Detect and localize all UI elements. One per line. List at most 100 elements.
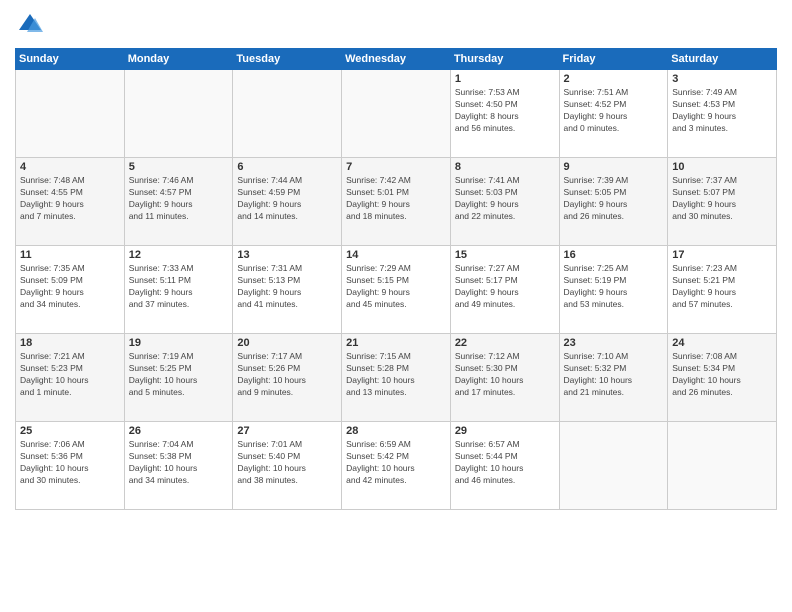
calendar-cell: 5 Sunrise: 7:46 AM Sunset: 4:57 PM Daylig… [124, 158, 233, 246]
day-number: 22 [455, 337, 555, 349]
day-number: 9 [564, 161, 664, 173]
day-info: Sunrise: 7:19 AM Sunset: 5:25 PM Dayligh… [129, 351, 229, 399]
calendar-cell: 18 Sunrise: 7:21 AM Sunset: 5:23 PM Dayli… [16, 334, 125, 422]
day-info: Sunrise: 6:57 AM Sunset: 5:44 PM Dayligh… [455, 439, 555, 487]
day-info: Sunrise: 7:53 AM Sunset: 4:50 PM Dayligh… [455, 87, 555, 135]
day-number: 15 [455, 249, 555, 261]
day-number: 2 [564, 73, 664, 85]
day-number: 24 [672, 337, 772, 349]
calendar-cell: 22 Sunrise: 7:12 AM Sunset: 5:30 PM Dayli… [450, 334, 559, 422]
header [15, 10, 777, 40]
calendar-cell: 15 Sunrise: 7:27 AM Sunset: 5:17 PM Dayli… [450, 246, 559, 334]
day-number: 10 [672, 161, 772, 173]
day-number: 6 [237, 161, 337, 173]
day-info: Sunrise: 7:27 AM Sunset: 5:17 PM Dayligh… [455, 263, 555, 311]
weekday-header-wednesday: Wednesday [342, 49, 451, 70]
day-number: 26 [129, 425, 229, 437]
day-number: 18 [20, 337, 120, 349]
week-row-1: 4 Sunrise: 7:48 AM Sunset: 4:55 PM Daylig… [16, 158, 777, 246]
day-info: Sunrise: 7:31 AM Sunset: 5:13 PM Dayligh… [237, 263, 337, 311]
day-info: Sunrise: 7:04 AM Sunset: 5:38 PM Dayligh… [129, 439, 229, 487]
weekday-header-sunday: Sunday [16, 49, 125, 70]
day-number: 16 [564, 249, 664, 261]
day-number: 20 [237, 337, 337, 349]
calendar-cell: 6 Sunrise: 7:44 AM Sunset: 4:59 PM Daylig… [233, 158, 342, 246]
day-info: Sunrise: 7:44 AM Sunset: 4:59 PM Dayligh… [237, 175, 337, 223]
day-number: 28 [346, 425, 446, 437]
calendar-cell [342, 70, 451, 158]
calendar-cell: 13 Sunrise: 7:31 AM Sunset: 5:13 PM Dayli… [233, 246, 342, 334]
calendar-cell: 20Sunrise: 7:17 AM Sunset: 5:26 PM Dayli… [233, 334, 342, 422]
calendar-cell: 16 Sunrise: 7:25 AM Sunset: 5:19 PM Dayli… [559, 246, 668, 334]
calendar-cell: 1Sunrise: 7:53 AM Sunset: 4:50 PM Daylig… [450, 70, 559, 158]
weekday-header-saturday: Saturday [668, 49, 777, 70]
day-number: 7 [346, 161, 446, 173]
calendar-cell: 26 Sunrise: 7:04 AM Sunset: 5:38 PM Dayli… [124, 422, 233, 510]
day-number: 4 [20, 161, 120, 173]
calendar-table: SundayMondayTuesdayWednesdayThursdayFrid… [15, 48, 777, 510]
calendar-cell [233, 70, 342, 158]
day-info: Sunrise: 7:21 AM Sunset: 5:23 PM Dayligh… [20, 351, 120, 399]
calendar-cell: 23 Sunrise: 7:10 AM Sunset: 5:32 PM Dayli… [559, 334, 668, 422]
day-number: 29 [455, 425, 555, 437]
calendar-cell: 19 Sunrise: 7:19 AM Sunset: 5:25 PM Dayli… [124, 334, 233, 422]
weekday-header-row: SundayMondayTuesdayWednesdayThursdayFrid… [16, 49, 777, 70]
calendar-cell: 21Sunrise: 7:15 AM Sunset: 5:28 PM Dayli… [342, 334, 451, 422]
day-info: Sunrise: 7:46 AM Sunset: 4:57 PM Dayligh… [129, 175, 229, 223]
weekday-header-monday: Monday [124, 49, 233, 70]
weekday-header-friday: Friday [559, 49, 668, 70]
calendar-cell [124, 70, 233, 158]
day-number: 5 [129, 161, 229, 173]
day-number: 17 [672, 249, 772, 261]
day-number: 12 [129, 249, 229, 261]
day-info: Sunrise: 7:01 AM Sunset: 5:40 PM Dayligh… [237, 439, 337, 487]
day-info: Sunrise: 7:33 AM Sunset: 5:11 PM Dayligh… [129, 263, 229, 311]
day-info: Sunrise: 7:49 AM Sunset: 4:53 PM Dayligh… [672, 87, 772, 135]
calendar-cell: 17 Sunrise: 7:23 AM Sunset: 5:21 PM Dayli… [668, 246, 777, 334]
week-row-3: 18 Sunrise: 7:21 AM Sunset: 5:23 PM Dayli… [16, 334, 777, 422]
day-info: Sunrise: 7:15 AM Sunset: 5:28 PM Dayligh… [346, 351, 446, 399]
week-row-2: 11 Sunrise: 7:35 AM Sunset: 5:09 PM Dayli… [16, 246, 777, 334]
calendar-cell: 9 Sunrise: 7:39 AM Sunset: 5:05 PM Daylig… [559, 158, 668, 246]
calendar-cell: 11 Sunrise: 7:35 AM Sunset: 5:09 PM Dayli… [16, 246, 125, 334]
day-info: Sunrise: 7:42 AM Sunset: 5:01 PM Dayligh… [346, 175, 446, 223]
day-info: Sunrise: 7:37 AM Sunset: 5:07 PM Dayligh… [672, 175, 772, 223]
day-info: Sunrise: 7:23 AM Sunset: 5:21 PM Dayligh… [672, 263, 772, 311]
calendar-cell: 4 Sunrise: 7:48 AM Sunset: 4:55 PM Daylig… [16, 158, 125, 246]
page: SundayMondayTuesdayWednesdayThursdayFrid… [0, 0, 792, 612]
logo-icon [15, 10, 45, 40]
calendar-cell: 12 Sunrise: 7:33 AM Sunset: 5:11 PM Dayli… [124, 246, 233, 334]
day-info: Sunrise: 7:08 AM Sunset: 5:34 PM Dayligh… [672, 351, 772, 399]
day-number: 25 [20, 425, 120, 437]
day-info: Sunrise: 7:41 AM Sunset: 5:03 PM Dayligh… [455, 175, 555, 223]
calendar-cell [559, 422, 668, 510]
day-number: 19 [129, 337, 229, 349]
day-number: 13 [237, 249, 337, 261]
calendar-cell: 24 Sunrise: 7:08 AM Sunset: 5:34 PM Dayli… [668, 334, 777, 422]
calendar-cell [668, 422, 777, 510]
day-number: 14 [346, 249, 446, 261]
day-info: Sunrise: 7:06 AM Sunset: 5:36 PM Dayligh… [20, 439, 120, 487]
week-row-4: 25 Sunrise: 7:06 AM Sunset: 5:36 PM Dayli… [16, 422, 777, 510]
day-number: 11 [20, 249, 120, 261]
day-info: Sunrise: 7:25 AM Sunset: 5:19 PM Dayligh… [564, 263, 664, 311]
calendar-cell: 27 Sunrise: 7:01 AM Sunset: 5:40 PM Dayli… [233, 422, 342, 510]
calendar-cell: 29 Sunrise: 6:57 AM Sunset: 5:44 PM Dayli… [450, 422, 559, 510]
day-info: Sunrise: 7:39 AM Sunset: 5:05 PM Dayligh… [564, 175, 664, 223]
day-info: Sunrise: 7:48 AM Sunset: 4:55 PM Dayligh… [20, 175, 120, 223]
day-info: Sunrise: 7:10 AM Sunset: 5:32 PM Dayligh… [564, 351, 664, 399]
calendar-cell: 25 Sunrise: 7:06 AM Sunset: 5:36 PM Dayli… [16, 422, 125, 510]
day-number: 23 [564, 337, 664, 349]
day-info: Sunrise: 7:12 AM Sunset: 5:30 PM Dayligh… [455, 351, 555, 399]
day-number: 3 [672, 73, 772, 85]
calendar-cell: 7 Sunrise: 7:42 AM Sunset: 5:01 PM Daylig… [342, 158, 451, 246]
calendar-cell: 2 Sunrise: 7:51 AM Sunset: 4:52 PM Daylig… [559, 70, 668, 158]
day-info: Sunrise: 7:35 AM Sunset: 5:09 PM Dayligh… [20, 263, 120, 311]
week-row-0: 1Sunrise: 7:53 AM Sunset: 4:50 PM Daylig… [16, 70, 777, 158]
day-info: Sunrise: 7:51 AM Sunset: 4:52 PM Dayligh… [564, 87, 664, 135]
calendar-cell: 3 Sunrise: 7:49 AM Sunset: 4:53 PM Daylig… [668, 70, 777, 158]
day-number: 27 [237, 425, 337, 437]
calendar-cell: 10 Sunrise: 7:37 AM Sunset: 5:07 PM Dayli… [668, 158, 777, 246]
calendar-cell: 28Sunrise: 6:59 AM Sunset: 5:42 PM Dayli… [342, 422, 451, 510]
calendar-cell: 14Sunrise: 7:29 AM Sunset: 5:15 PM Dayli… [342, 246, 451, 334]
